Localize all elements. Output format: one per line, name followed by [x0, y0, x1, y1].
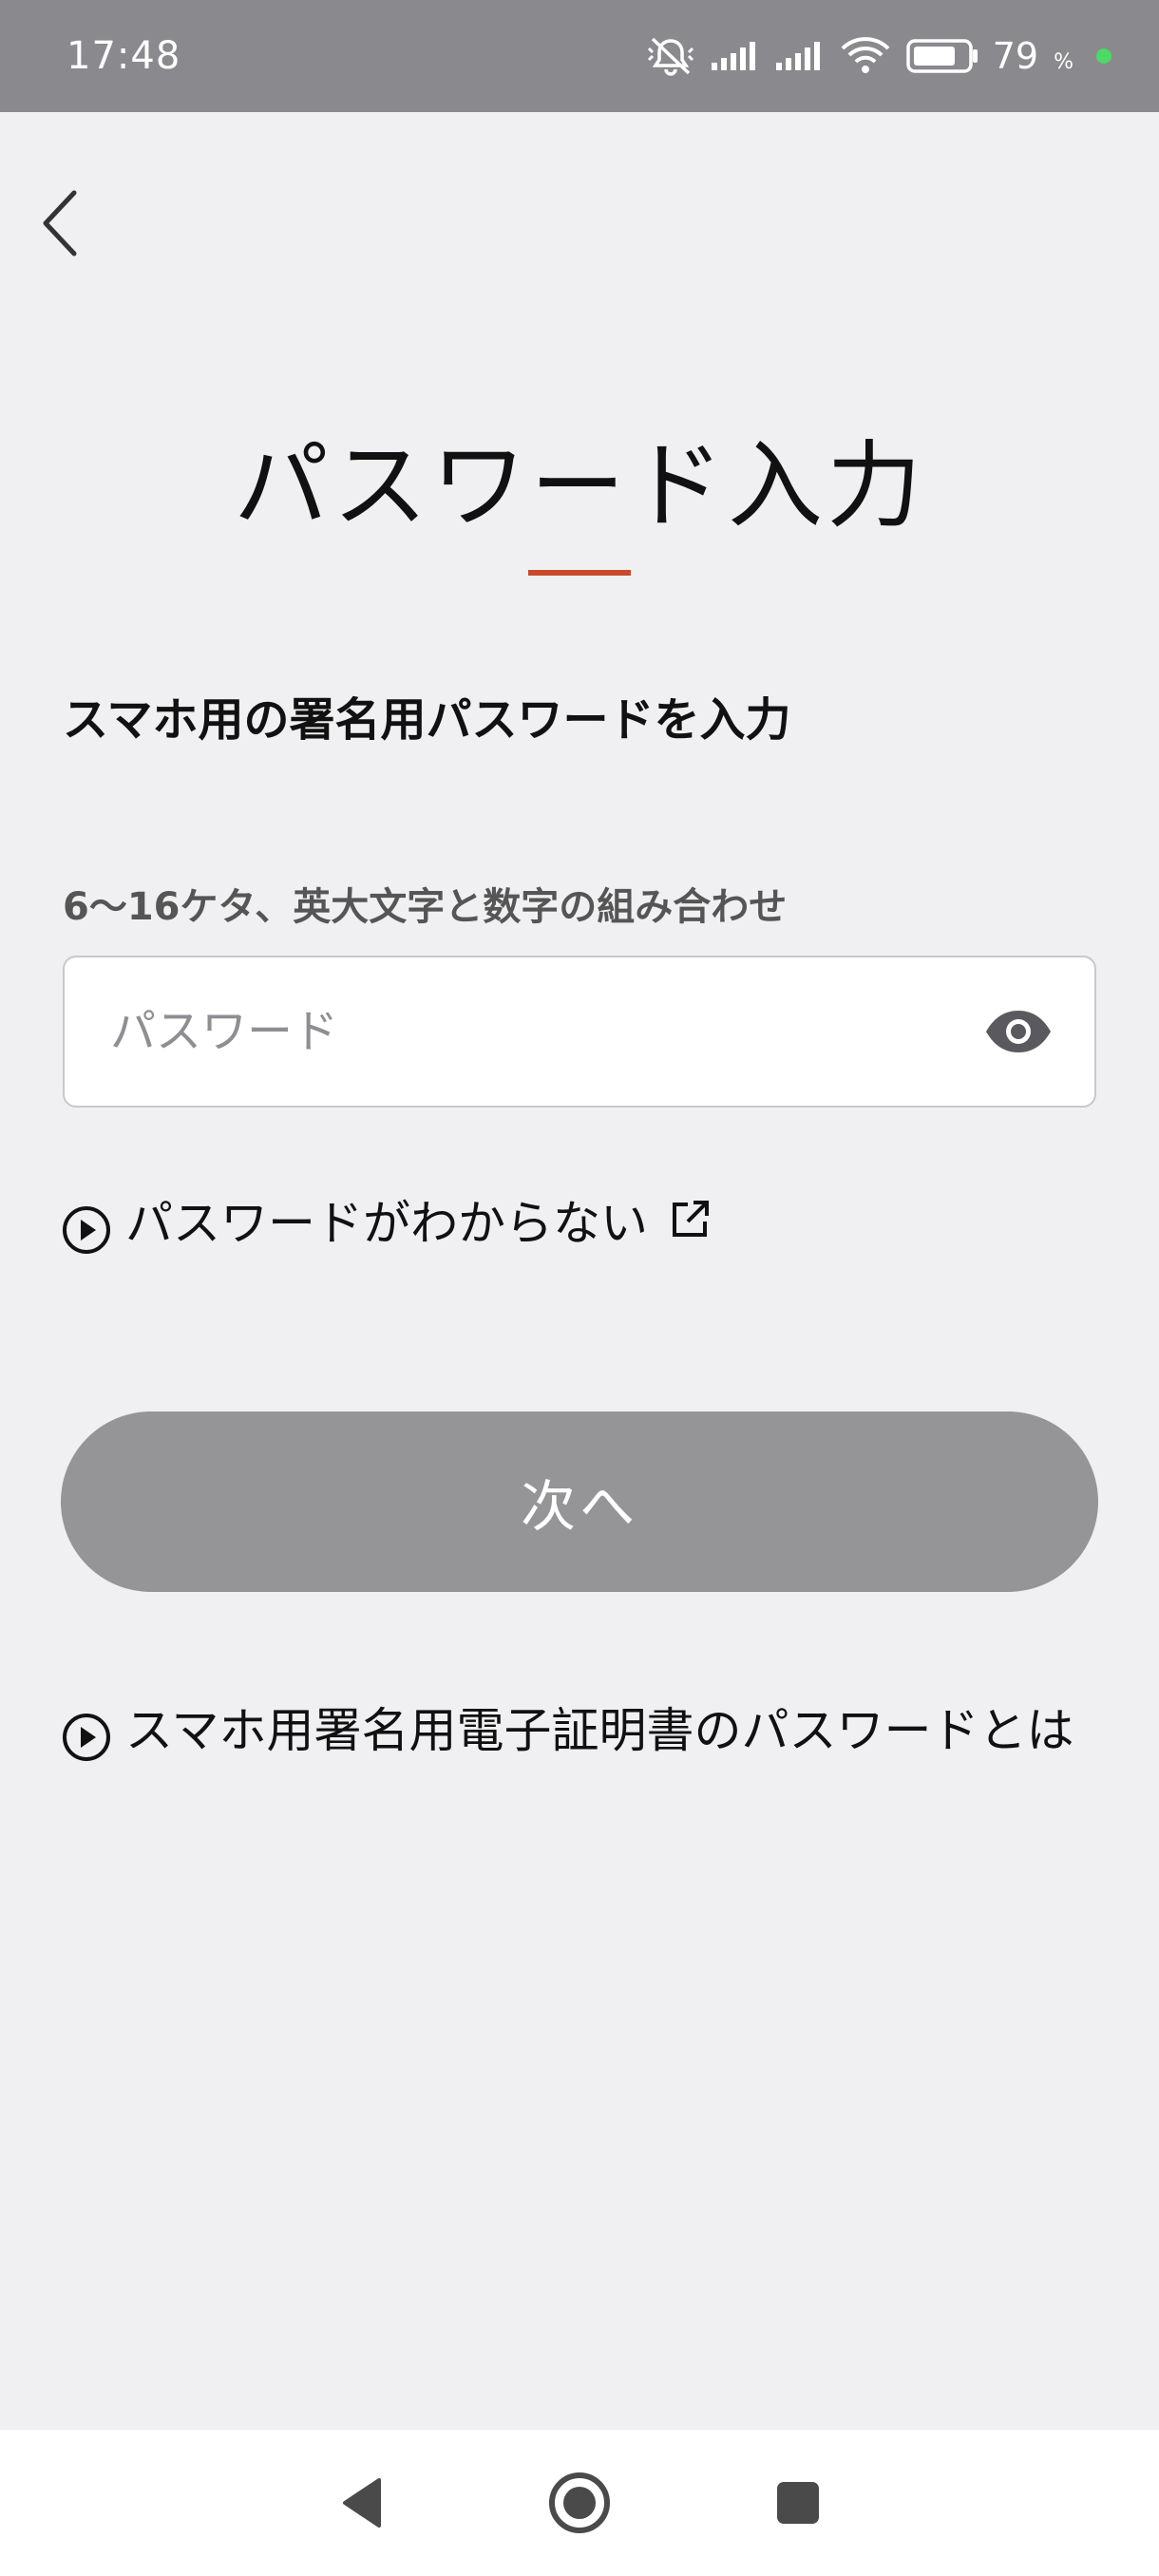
status-icons: 79%: [645, 35, 1112, 77]
back-triangle-icon: [343, 2478, 381, 2528]
eye-icon: [986, 1011, 1051, 1052]
password-input[interactable]: [110, 1005, 980, 1058]
signal-icon: [710, 40, 761, 72]
about-password-label: スマホ用署名用電子証明書のパスワードとは: [125, 1703, 1074, 1758]
mute-icon: [645, 35, 696, 77]
toggle-visibility-button[interactable]: [980, 994, 1056, 1070]
nav-back-button[interactable]: [323, 2465, 399, 2541]
recents-square-icon: [777, 2482, 819, 2524]
chevron-left-icon: [43, 190, 77, 256]
password-hint: 6〜16ケタ、英大文字と数字の組み合わせ: [63, 885, 788, 929]
battery-percent: 79: [992, 35, 1039, 77]
play-circle-icon: [63, 1714, 110, 1761]
forgot-password-link[interactable]: パスワードがわからない: [61, 1187, 711, 1260]
back-button[interactable]: [27, 171, 93, 275]
system-nav-bar: [0, 2430, 1159, 2576]
nav-home-button[interactable]: [542, 2465, 618, 2541]
forgot-password-label: パスワードがわからない: [125, 1196, 648, 1251]
external-link-icon: [673, 1201, 709, 1237]
home-circle-icon: [549, 2472, 610, 2533]
nav-recents-button[interactable]: [760, 2465, 836, 2541]
form-subtitle: スマホ用の署名用パスワードを入力: [63, 693, 791, 747]
status-bar: 17:48 79 %: [0, 0, 1159, 112]
about-password-link[interactable]: スマホ用署名用電子証明書のパスワードとは: [61, 1695, 1087, 1767]
signal-icon: [774, 40, 826, 72]
play-circle-icon: [63, 1206, 110, 1254]
page-title: パスワード入力: [234, 430, 925, 541]
battery-icon: [905, 37, 979, 75]
privacy-indicator-dot: [1096, 48, 1112, 64]
wifi-icon: [839, 37, 892, 75]
battery-unit: %: [1054, 49, 1074, 74]
status-time: 17:48: [66, 34, 181, 78]
title-underline: [528, 570, 631, 576]
next-button[interactable]: 次へ: [61, 1411, 1098, 1592]
password-field[interactable]: [63, 956, 1096, 1108]
